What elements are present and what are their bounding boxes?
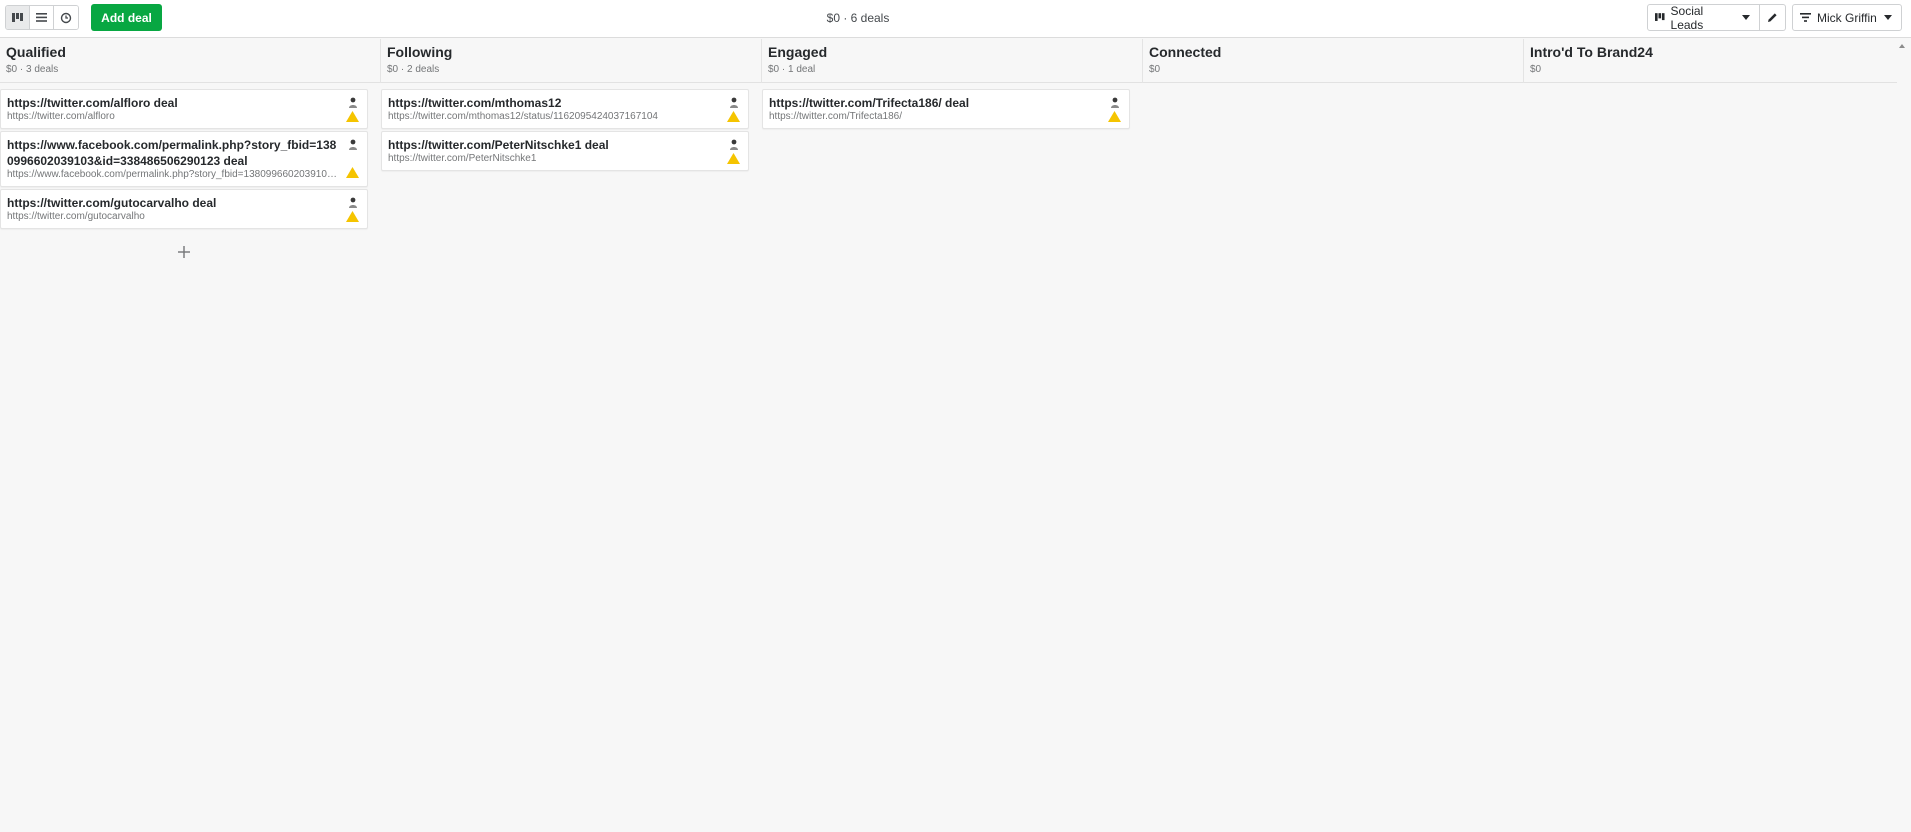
scroll-up-arrow-icon[interactable]	[1899, 44, 1905, 48]
pipeline-select-label: Social Leads	[1670, 3, 1704, 32]
stage-header-connected: Connected $0	[1143, 39, 1524, 83]
deal-title: https://twitter.com/PeterNitschke1 deal	[388, 138, 609, 152]
kanban-icon	[1655, 13, 1665, 21]
deal-card-icons	[727, 139, 740, 164]
warning-icon	[1108, 111, 1121, 122]
stage-column-engaged: https://twitter.com/Trifecta186/ deal ht…	[762, 89, 1130, 131]
deal-title: https://twitter.com/alfloro deal	[7, 96, 178, 110]
stage-summary: $0 · 3 deals	[6, 64, 59, 75]
deal-card[interactable]: https://www.facebook.com/permalink.php?s…	[0, 131, 368, 187]
deal-title: https://twitter.com/Trifecta186/ deal	[769, 96, 970, 110]
deal-card[interactable]: https://twitter.com/Trifecta186/ deal ht…	[762, 89, 1130, 129]
deal-url: https://twitter.com/mthomas12/status/116…	[388, 111, 658, 122]
deal-title: https://twitter.com/gutocarvalho deal	[7, 196, 217, 210]
stage-column-following: https://twitter.com/mthomas12 https://tw…	[381, 89, 749, 173]
warning-icon	[346, 211, 359, 222]
pencil-icon	[1768, 13, 1777, 22]
deal-card-icons	[1108, 97, 1121, 122]
deal-card[interactable]: https://twitter.com/PeterNitschke1 deal …	[381, 131, 749, 171]
person-icon[interactable]	[1110, 97, 1120, 108]
deal-url: https://twitter.com/gutocarvalho	[7, 211, 145, 222]
owner-filter-select[interactable]: Mick Griffin	[1792, 4, 1902, 31]
top-toolbar: Add deal $0 · 6 deals Social Leads Mick …	[0, 0, 1911, 38]
deal-title: https://twitter.com/mthomas12	[388, 96, 562, 110]
filter-icon	[1800, 13, 1811, 22]
chevron-down-icon	[1884, 15, 1892, 20]
person-icon[interactable]	[348, 197, 358, 208]
warning-icon	[727, 111, 740, 122]
deal-card-icons	[727, 97, 740, 122]
deal-url: https://twitter.com/Trifecta186/	[769, 111, 903, 122]
chevron-down-icon	[1742, 15, 1750, 20]
pipeline-select[interactable]: Social Leads	[1647, 3, 1760, 32]
stage-name: Engaged	[768, 44, 828, 60]
edit-pipeline-button[interactable]	[1760, 4, 1786, 31]
stage-header-engaged: Engaged $0 · 1 deal	[762, 39, 1143, 83]
stage-name: Connected	[1149, 44, 1222, 60]
pipeline-summary: $0 · 6 deals	[826, 11, 890, 25]
warning-icon	[346, 167, 359, 178]
deal-url: https://twitter.com/alfloro	[7, 111, 115, 122]
stage-name: Following	[387, 44, 453, 60]
stage-name: Intro'd To Brand24	[1530, 44, 1653, 60]
deal-card-icons	[346, 139, 359, 178]
stage-header-qualified: Qualified $0 · 3 deals	[0, 39, 381, 83]
stage-column-qualified: https://twitter.com/alfloro deal https:/…	[0, 89, 368, 231]
person-icon[interactable]	[348, 97, 358, 108]
stage-name: Qualified	[6, 44, 66, 60]
stage-summary: $0 · 1 deal	[768, 64, 816, 75]
deal-url: https://www.facebook.com/permalink.php?s…	[7, 169, 337, 180]
warning-icon	[346, 111, 359, 122]
deal-card-icons	[346, 197, 359, 222]
warning-icon	[727, 153, 740, 164]
add-deal-plus-icon[interactable]	[178, 246, 190, 258]
deal-card[interactable]: https://twitter.com/alfloro deal https:/…	[0, 89, 368, 129]
stage-summary: $0	[1149, 64, 1161, 75]
stage-header-introd-to-brand24: Intro'd To Brand24 $0	[1524, 39, 1897, 83]
stage-summary: $0 · 2 deals	[387, 64, 440, 75]
person-icon[interactable]	[729, 139, 739, 150]
stage-header-row: Qualified $0 · 3 deals Following $0 · 2 …	[0, 39, 1897, 83]
deal-url: https://twitter.com/PeterNitschke1	[388, 153, 537, 164]
person-icon[interactable]	[729, 97, 739, 108]
owner-filter-label: Mick Griffin	[1817, 10, 1877, 25]
stage-header-following: Following $0 · 2 deals	[381, 39, 762, 83]
deal-title: https://www.facebook.com/permalink.php?s…	[7, 138, 337, 168]
deal-card-icons	[346, 97, 359, 122]
deal-card[interactable]: https://twitter.com/mthomas12 https://tw…	[381, 89, 749, 129]
stage-summary: $0	[1530, 64, 1542, 75]
deal-card[interactable]: https://twitter.com/gutocarvalho deal ht…	[0, 189, 368, 229]
person-icon[interactable]	[348, 139, 358, 150]
